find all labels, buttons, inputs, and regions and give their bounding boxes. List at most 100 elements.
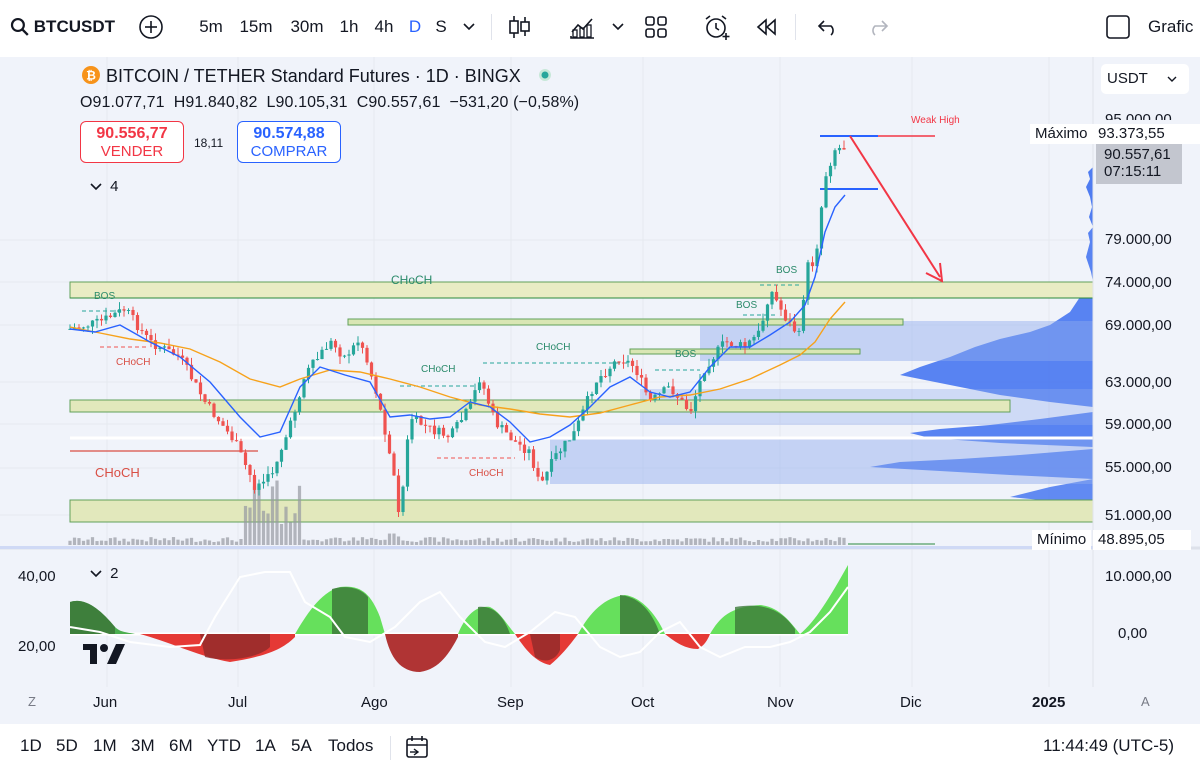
volume-bar bbox=[482, 540, 486, 545]
buy-button[interactable]: 90.574,88 COMPRAR bbox=[237, 121, 341, 163]
volume-bar bbox=[347, 540, 351, 545]
volume-bar bbox=[671, 539, 675, 545]
volume-bar bbox=[774, 541, 779, 545]
volume-bar bbox=[635, 539, 639, 545]
candle-body bbox=[792, 321, 797, 332]
range-all[interactable]: Todos bbox=[328, 736, 373, 756]
volume-bar bbox=[752, 541, 756, 545]
range-1m[interactable]: 1M bbox=[93, 736, 117, 756]
redo-icon bbox=[872, 20, 889, 36]
candle-body bbox=[293, 412, 297, 421]
candle-body bbox=[504, 425, 509, 433]
redo-button[interactable] bbox=[865, 0, 891, 54]
volume-bar bbox=[243, 505, 248, 545]
volume-bar bbox=[284, 506, 288, 545]
volume-bar bbox=[626, 537, 630, 545]
range-1d[interactable]: 1D bbox=[20, 736, 42, 756]
candle-body bbox=[828, 165, 833, 177]
volume-bar bbox=[707, 541, 711, 545]
sell-price: 90.556,77 bbox=[96, 125, 168, 142]
clock-timezone[interactable]: 11:44:49 (UTC-5) bbox=[1043, 736, 1174, 756]
volume-bar bbox=[486, 537, 491, 545]
volume-bar bbox=[779, 538, 783, 545]
indicators-toggle[interactable]: 4 bbox=[90, 178, 119, 195]
replay-button[interactable] bbox=[754, 0, 780, 54]
currency-select[interactable]: USDT bbox=[1101, 64, 1189, 94]
chevron-down-icon bbox=[463, 23, 475, 31]
volume-bar bbox=[540, 539, 545, 545]
top-toolbar: BTCUSDT 5m 15m 30m 1h 4h D S Grafic bbox=[0, 0, 1200, 54]
volume-bar bbox=[644, 541, 648, 545]
volume-bar bbox=[90, 537, 95, 545]
range-3m[interactable]: 3M bbox=[131, 736, 155, 756]
interval-d[interactable]: D bbox=[406, 0, 424, 54]
candle-body bbox=[140, 330, 144, 332]
volume-bar bbox=[131, 538, 135, 545]
volume-bar bbox=[518, 541, 522, 545]
calendar-range-icon[interactable] bbox=[405, 734, 431, 760]
volume-bar bbox=[351, 537, 356, 545]
candle-body bbox=[131, 309, 135, 316]
candle-body bbox=[81, 327, 86, 329]
indicators-count: 4 bbox=[110, 178, 119, 195]
candle-body bbox=[401, 486, 405, 513]
volume-bar bbox=[405, 540, 410, 545]
candle-body bbox=[329, 340, 333, 349]
volume-bar bbox=[693, 538, 698, 545]
candle-body bbox=[396, 475, 401, 513]
candle-body bbox=[779, 300, 783, 310]
range-ytd[interactable]: YTD bbox=[207, 736, 241, 756]
market-status-icon[interactable] bbox=[538, 68, 552, 82]
interval-menu-button[interactable] bbox=[458, 0, 480, 54]
volume-bar bbox=[675, 539, 680, 545]
candle-body bbox=[756, 330, 761, 337]
symbol-name: BTCUSDT bbox=[33, 17, 115, 36]
range-5a[interactable]: 5A bbox=[291, 736, 312, 756]
time-axis[interactable] bbox=[0, 687, 1200, 724]
interval-30m[interactable]: 30m bbox=[287, 0, 327, 54]
interval-s[interactable]: S bbox=[432, 0, 450, 54]
undo-button[interactable] bbox=[815, 0, 841, 54]
volume-bar bbox=[387, 533, 392, 545]
candle-body bbox=[567, 440, 572, 442]
interval-15m[interactable]: 15m bbox=[237, 0, 275, 54]
interval-5m[interactable]: 5m bbox=[195, 0, 227, 54]
volume-bar bbox=[738, 537, 743, 545]
sell-button[interactable]: 90.556,77 VENDER bbox=[80, 121, 184, 163]
volume-bar bbox=[837, 537, 842, 545]
indicators-button[interactable] bbox=[567, 0, 597, 54]
compare-add-button[interactable] bbox=[137, 0, 165, 54]
alert-button[interactable] bbox=[702, 0, 732, 54]
interval-1h[interactable]: 1h bbox=[337, 0, 361, 54]
volume-bar bbox=[527, 538, 531, 545]
indicators-menu-button[interactable] bbox=[608, 0, 628, 54]
volume-bar bbox=[180, 540, 185, 545]
open-value: O91.077,71 bbox=[80, 94, 165, 111]
candle-body bbox=[234, 440, 239, 442]
symbol-legend[interactable]: ₿ BITCOIN / TETHER Standard Futures · 1D … bbox=[82, 66, 552, 87]
range-1a[interactable]: 1A bbox=[255, 736, 276, 756]
interval-4h[interactable]: 4h bbox=[372, 0, 396, 54]
range-6m[interactable]: 6M bbox=[169, 736, 193, 756]
time-label: Jul bbox=[228, 694, 248, 711]
search-icon bbox=[10, 17, 29, 36]
volume-bar bbox=[261, 510, 266, 545]
auto-scale-button[interactable]: A bbox=[1141, 694, 1150, 709]
time-label-year: 2025 bbox=[1032, 694, 1066, 711]
volume-bar bbox=[824, 538, 828, 545]
chart-type-button[interactable] bbox=[506, 0, 532, 54]
symbol-search[interactable]: BTCUSDT bbox=[10, 0, 115, 54]
volume-bar bbox=[797, 540, 801, 545]
subpane-indicators-toggle[interactable]: 2 bbox=[90, 565, 119, 582]
volume-bar bbox=[378, 540, 383, 545]
zoom-z-button[interactable]: Z bbox=[28, 694, 36, 709]
chart-menu-label[interactable]: Grafic bbox=[1148, 0, 1200, 54]
candle-body bbox=[95, 318, 99, 321]
volume-bar bbox=[603, 541, 608, 545]
volume-bar bbox=[86, 539, 90, 545]
volume-bar bbox=[585, 538, 590, 545]
fullscreen-checkbox[interactable] bbox=[1104, 0, 1132, 54]
range-5d[interactable]: 5D bbox=[56, 736, 78, 756]
volume-bar bbox=[819, 540, 824, 545]
layouts-button[interactable] bbox=[643, 0, 669, 54]
